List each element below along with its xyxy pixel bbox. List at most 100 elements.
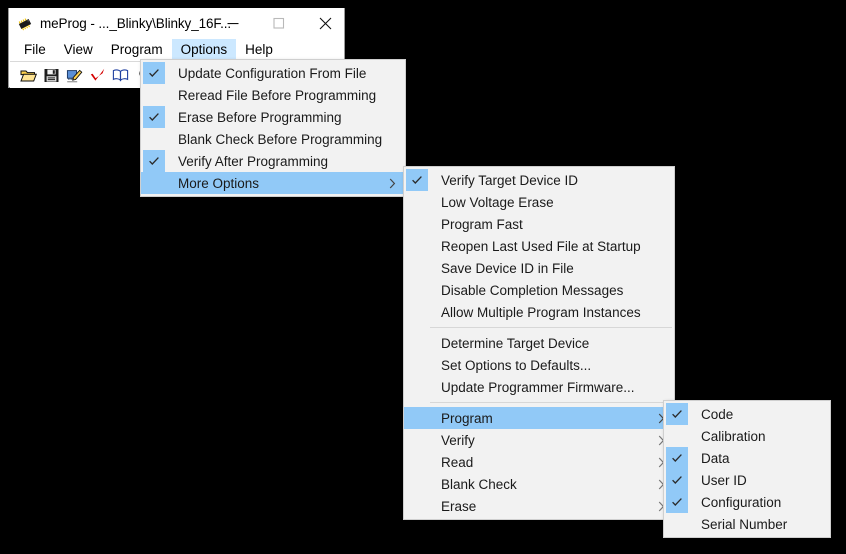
checkmark-icon [143, 150, 165, 172]
menubar-item-file[interactable]: File [15, 39, 55, 60]
desktop-background: meProg - ..._Blinky\Blinky_16F... File V… [0, 0, 846, 554]
menu-separator [430, 402, 672, 403]
checkmark-slot [406, 235, 428, 257]
read-book-icon[interactable] [112, 67, 129, 84]
verify-check-icon[interactable] [89, 67, 106, 84]
menu-item-label: Serial Number [701, 516, 788, 532]
menu-item-save-device-id-in-file[interactable]: Save Device ID in File [404, 257, 674, 279]
checkmark-slot [406, 451, 428, 473]
menu-item-configuration[interactable]: Configuration [664, 491, 830, 513]
checkmark-icon [406, 169, 428, 191]
title-bar[interactable]: meProg - ..._Blinky\Blinky_16F... [9, 8, 344, 39]
menu-item-label: Read [441, 454, 474, 470]
checkmark-slot [406, 495, 428, 517]
save-floppy-icon[interactable] [43, 67, 60, 84]
menu-item-label: Save Device ID in File [441, 260, 574, 276]
menu-item-verify-target-device-id[interactable]: Verify Target Device ID [404, 169, 674, 191]
menubar-item-help[interactable]: Help [236, 39, 282, 60]
menu-item-program[interactable]: Program [404, 407, 674, 429]
menu-item-label: Erase [441, 498, 477, 514]
menu-item-program-fast[interactable]: Program Fast [404, 213, 674, 235]
menu-item-label: Configuration [701, 494, 782, 510]
menu-item-update-programmer-firmware[interactable]: Update Programmer Firmware... [404, 376, 674, 398]
menu-separator [430, 327, 672, 328]
checkmark-icon [666, 403, 688, 425]
close-button[interactable] [303, 8, 348, 38]
menubar-label: Help [245, 42, 273, 57]
chip-icon [17, 16, 33, 32]
menu-more-options-popup: Verify Target Device ID Low Voltage Eras… [403, 166, 675, 520]
menubar-item-program[interactable]: Program [102, 39, 172, 60]
menu-item-label: Program Fast [441, 216, 523, 232]
chevron-right-icon [389, 172, 396, 194]
checkmark-icon [666, 491, 688, 513]
checkmark-slot [406, 279, 428, 301]
checkmark-slot [666, 425, 688, 447]
maximize-icon [272, 17, 284, 29]
checkmark-slot [406, 191, 428, 213]
close-icon [319, 17, 332, 29]
menu-item-blank-check[interactable]: Blank Check [404, 473, 674, 495]
menubar-label: Program [110, 42, 163, 57]
menu-item-reopen-last-used-file-at-startup[interactable]: Reopen Last Used File at Startup [404, 235, 674, 257]
menu-item-more-options[interactable]: More Options [141, 172, 405, 194]
menu-item-label: Low Voltage Erase [441, 194, 554, 210]
menu-item-calibration[interactable]: Calibration [664, 425, 830, 447]
menu-item-disable-completion-messages[interactable]: Disable Completion Messages [404, 279, 674, 301]
maximize-button[interactable] [256, 8, 301, 38]
menubar-item-view[interactable]: View [55, 39, 102, 60]
menu-item-low-voltage-erase[interactable]: Low Voltage Erase [404, 191, 674, 213]
checkmark-icon [666, 447, 688, 469]
checkmark-slot [143, 128, 165, 150]
menu-program-submenu-popup: Code Calibration Data User ID Configurat… [663, 400, 831, 538]
checkmark-slot [666, 513, 688, 535]
checkmark-slot [406, 332, 428, 354]
menu-item-verify-after-programming[interactable]: Verify After Programming [141, 150, 405, 172]
menu-item-determine-target-device[interactable]: Determine Target Device [404, 332, 674, 354]
menu-item-erase-before-programming[interactable]: Erase Before Programming [141, 106, 405, 128]
minimize-icon [227, 23, 238, 25]
checkmark-slot [406, 354, 428, 376]
menu-item-label: Erase Before Programming [178, 109, 342, 125]
checkmark-slot [143, 172, 165, 194]
menu-item-allow-multiple-program-instances[interactable]: Allow Multiple Program Instances [404, 301, 674, 323]
program-device-icon[interactable] [66, 67, 83, 84]
menu-item-update-configuration-from-file[interactable]: Update Configuration From File [141, 62, 405, 84]
menu-item-user-id[interactable]: User ID [664, 469, 830, 491]
checkmark-icon [143, 106, 165, 128]
menu-item-erase[interactable]: Erase [404, 495, 674, 517]
menubar-item-options[interactable]: Options [171, 39, 237, 60]
minimize-button[interactable] [210, 8, 255, 38]
checkmark-icon [143, 62, 165, 84]
menubar-label: Options [180, 42, 228, 57]
menu-item-label: Verify After Programming [178, 153, 329, 169]
menu-item-blank-check-before-programming[interactable]: Blank Check Before Programming [141, 128, 405, 150]
checkmark-slot [406, 213, 428, 235]
checkmark-icon [666, 469, 688, 491]
menu-item-verify[interactable]: Verify [404, 429, 674, 451]
menu-item-serial-number[interactable]: Serial Number [664, 513, 830, 535]
menu-item-label: Data [701, 450, 730, 466]
menu-item-label: Reread File Before Programming [178, 87, 377, 103]
menu-item-label: Blank Check [441, 476, 517, 492]
menu-item-label: Allow Multiple Program Instances [441, 304, 641, 320]
checkmark-slot [143, 84, 165, 106]
menu-item-set-options-to-defaults[interactable]: Set Options to Defaults... [404, 354, 674, 376]
menu-item-label: Verify [441, 432, 475, 448]
menu-item-code[interactable]: Code [664, 403, 830, 425]
checkmark-slot [406, 407, 428, 429]
checkmark-slot [406, 257, 428, 279]
menu-item-label: Update Programmer Firmware... [441, 379, 635, 395]
menu-item-label: Set Options to Defaults... [441, 357, 592, 373]
menu-item-data[interactable]: Data [664, 447, 830, 469]
menubar-label: View [63, 42, 93, 57]
menu-item-label: Determine Target Device [441, 335, 590, 351]
menu-item-label: More Options [178, 175, 260, 191]
checkmark-slot [406, 429, 428, 451]
menu-item-label: Verify Target Device ID [441, 172, 579, 188]
menu-item-label: Disable Completion Messages [441, 282, 624, 298]
menu-item-read[interactable]: Read [404, 451, 674, 473]
open-folder-icon[interactable] [20, 67, 38, 84]
checkmark-slot [406, 376, 428, 398]
menu-item-reread-file-before-programming[interactable]: Reread File Before Programming [141, 84, 405, 106]
